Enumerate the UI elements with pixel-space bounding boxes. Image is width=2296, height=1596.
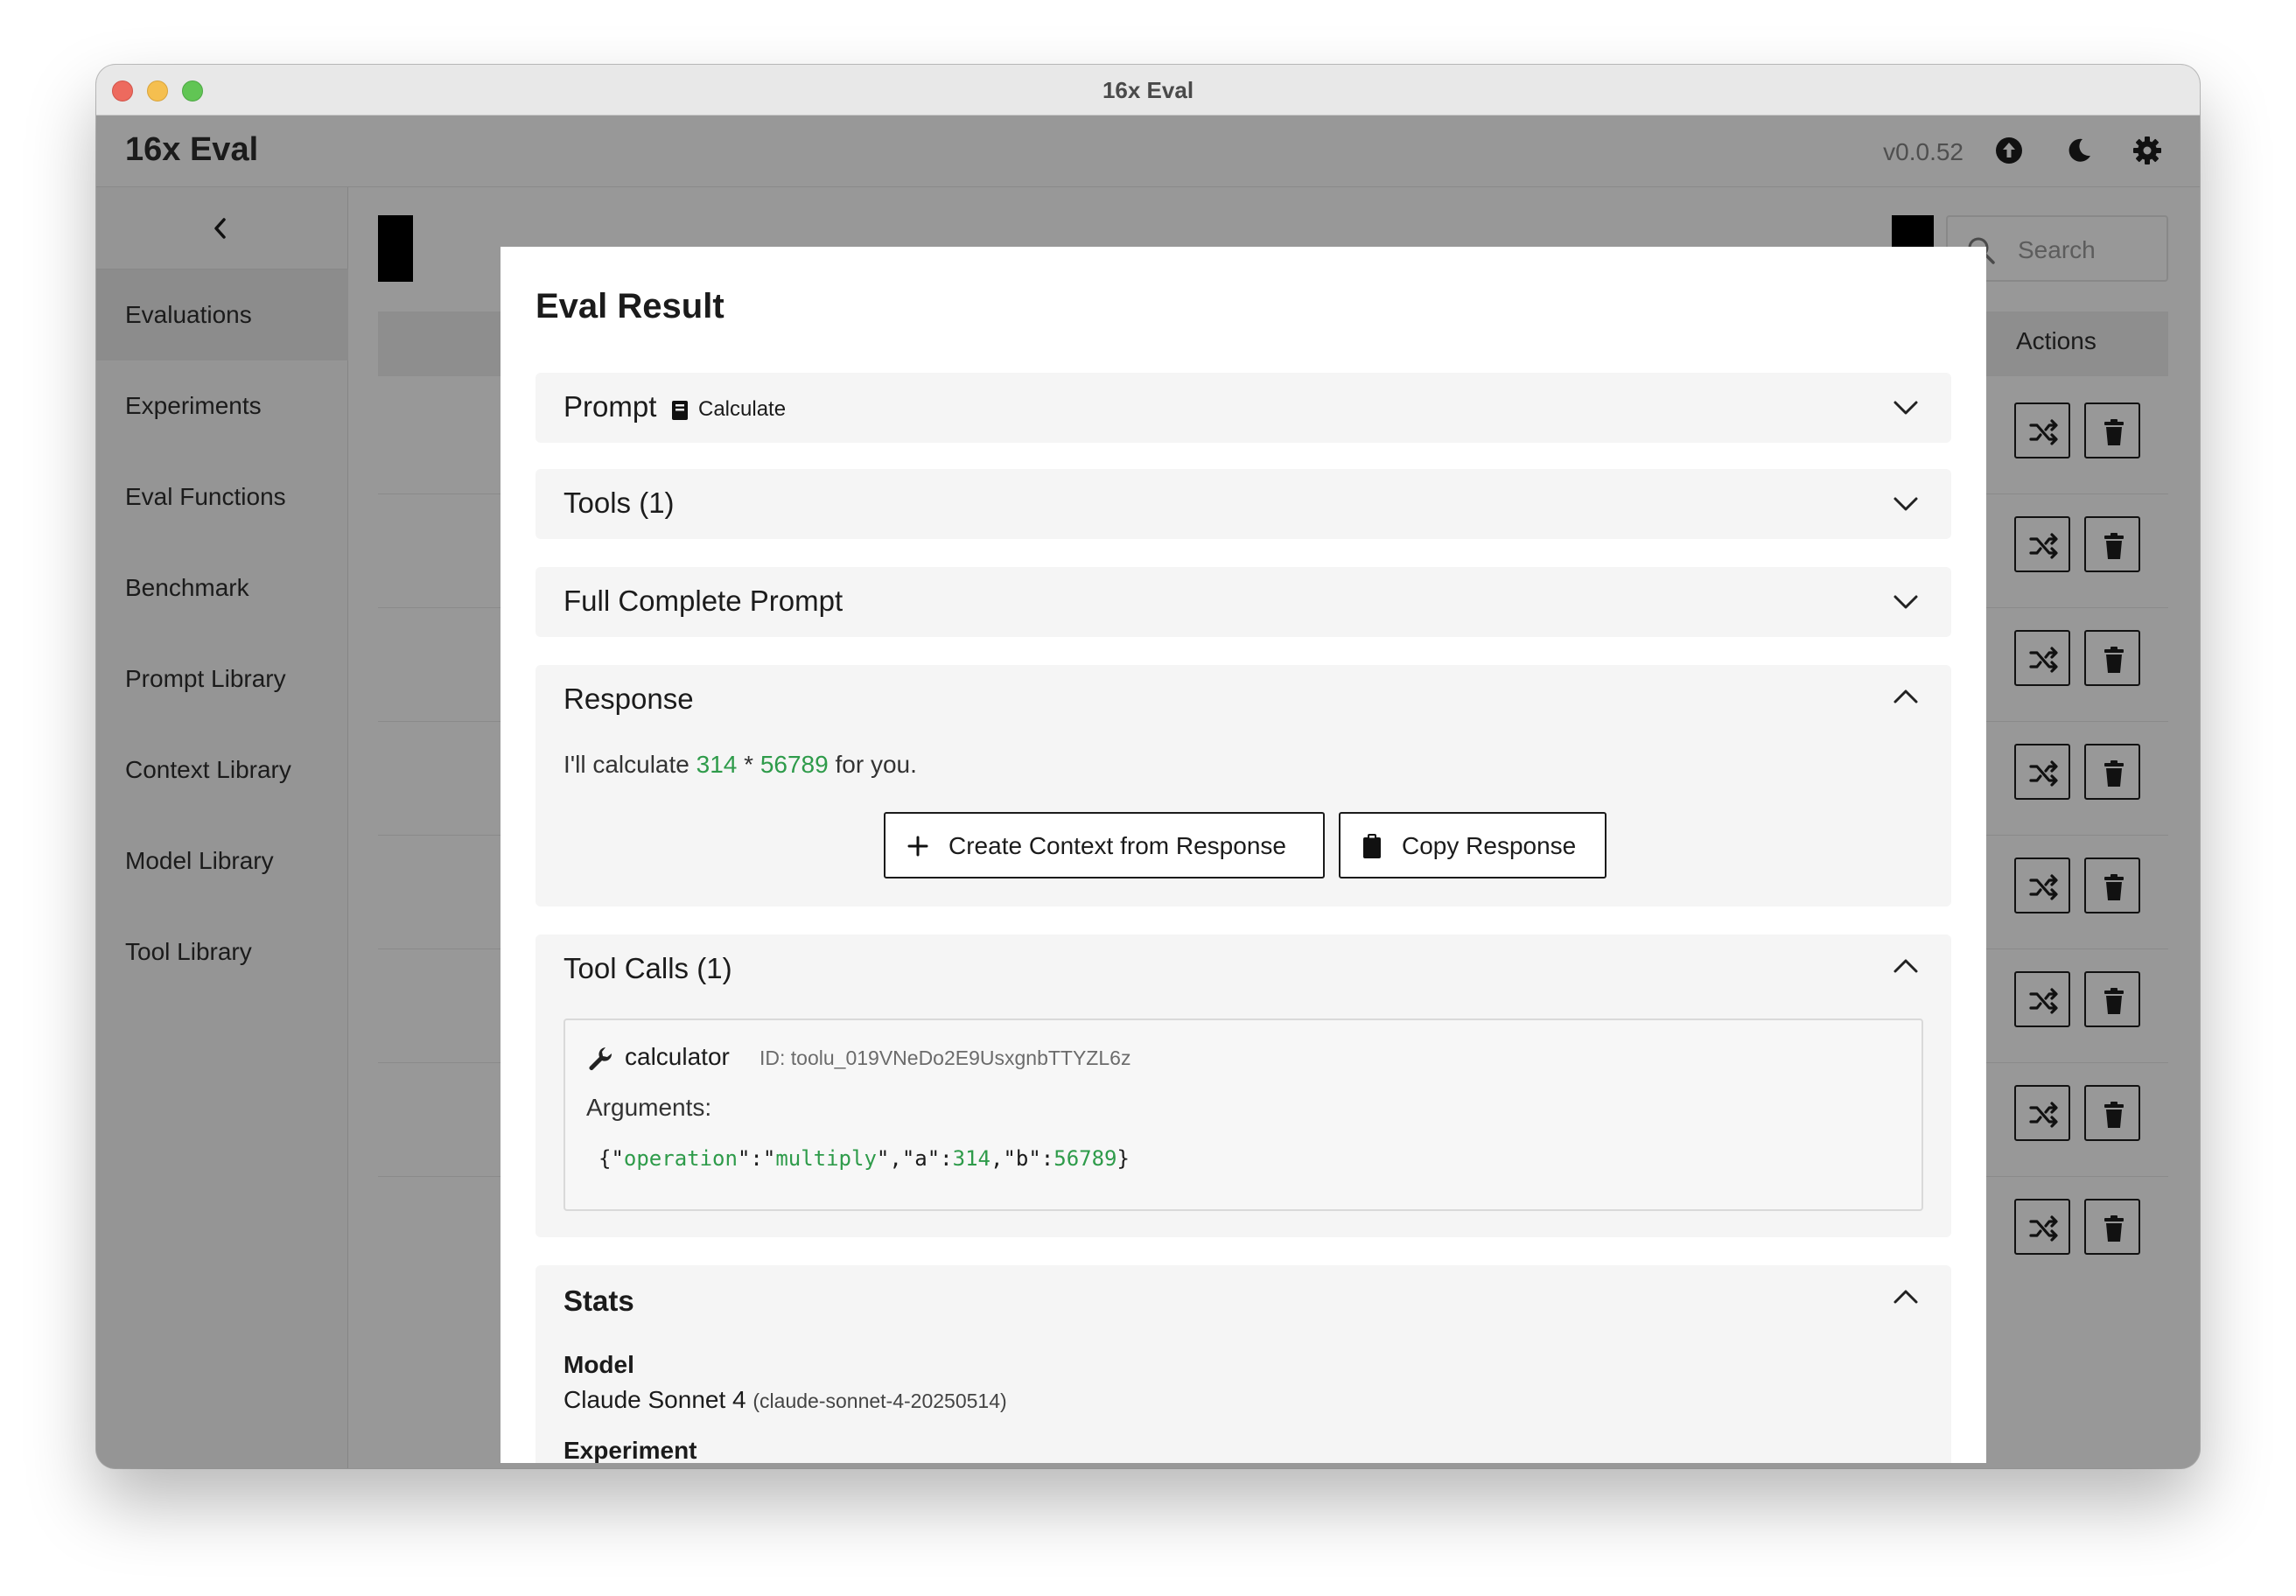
chevron-up-icon[interactable] xyxy=(1892,682,1920,710)
copy-response-label: Copy Response xyxy=(1402,832,1577,859)
trash-icon xyxy=(2104,1215,2124,1242)
shuffle-button[interactable] xyxy=(2014,858,2070,914)
shuffle-button[interactable] xyxy=(2014,630,2070,686)
chevron-down-icon[interactable] xyxy=(1892,588,1920,616)
app-name: 16x Eval xyxy=(125,131,259,168)
actions-column-header: Actions xyxy=(2016,327,2096,354)
prompt-tag-label: Calculate xyxy=(698,397,787,421)
sidebar-item-prompt-library[interactable]: Prompt Library xyxy=(96,634,348,724)
sidebar-item-benchmark[interactable]: Benchmark xyxy=(96,542,348,634)
version-label: v0.0.52 xyxy=(1883,138,1964,165)
delete-button[interactable] xyxy=(2084,402,2140,458)
sidebar: Evaluations Experiments Eval Functions B… xyxy=(96,187,348,1468)
create-context-label: Create Context from Response xyxy=(948,832,1286,859)
trash-icon xyxy=(2104,1102,2124,1128)
collapse-sidebar-button[interactable] xyxy=(96,187,348,270)
sidebar-item-eval-functions[interactable]: Eval Functions xyxy=(96,452,348,542)
sidebar-item-experiments[interactable]: Experiments xyxy=(96,360,348,452)
trash-icon xyxy=(2104,533,2124,559)
sidebar-item-model-library[interactable]: Model Library xyxy=(96,816,348,906)
window-title: 16x Eval xyxy=(1102,77,1194,103)
sidebar-item-evaluations[interactable]: Evaluations xyxy=(96,270,348,360)
shuffle-button[interactable] xyxy=(2014,516,2070,572)
delete-button[interactable] xyxy=(2084,516,2140,572)
chevron-left-icon xyxy=(214,218,226,239)
wrench-icon xyxy=(589,1047,612,1070)
shuffle-icon xyxy=(2029,533,2058,559)
prompt-section-title: Prompt xyxy=(564,390,657,423)
trash-icon xyxy=(2104,760,2124,787)
trash-icon xyxy=(2104,874,2124,900)
chevron-down-icon[interactable] xyxy=(1892,490,1920,518)
full-prompt-section-title: Full Complete Prompt xyxy=(564,584,844,617)
shuffle-button[interactable] xyxy=(2014,744,2070,800)
create-context-button[interactable]: Create Context from Response xyxy=(884,812,1325,878)
gear-icon[interactable] xyxy=(2132,135,2163,166)
tool-name: calculator xyxy=(625,1043,730,1070)
delete-button[interactable] xyxy=(2084,1199,2140,1255)
tool-call-id: ID: toolu_019VNeDo2E9UsxgnbTTYZL6z xyxy=(760,1046,1131,1069)
full-prompt-section[interactable]: Full Complete Prompt xyxy=(536,567,1951,637)
chevron-up-icon[interactable] xyxy=(1892,1283,1920,1311)
shuffle-button[interactable] xyxy=(2014,402,2070,458)
response-text: I'll calculate 314 * 56789 for you. xyxy=(564,751,917,778)
app-header: 16x Eval v0.0.52 xyxy=(96,116,2200,187)
chevron-up-icon[interactable] xyxy=(1892,952,1920,980)
response-section: Response I'll calculate 314 * 56789 for … xyxy=(536,665,1951,906)
shuffle-icon xyxy=(2029,1215,2058,1242)
shuffle-icon xyxy=(2029,647,2058,673)
model-value: Claude Sonnet 4 (claude-sonnet-4-2025051… xyxy=(564,1386,1007,1413)
prompt-section[interactable]: Prompt Calculate xyxy=(536,373,1951,443)
shuffle-button[interactable] xyxy=(2014,971,2070,1027)
tool-calls-section: Tool Calls (1) calculator ID: toolu_019V… xyxy=(536,934,1951,1237)
app-window: 16x Eval 16x Eval v0.0.52 Evaluations Ex… xyxy=(96,65,2200,1468)
shuffle-icon xyxy=(2029,874,2058,900)
delete-button[interactable] xyxy=(2084,858,2140,914)
moon-icon[interactable] xyxy=(2063,135,2095,166)
arguments-code: {"operation":"multiply","a":314,"b":5678… xyxy=(598,1146,1130,1171)
eval-result-modal: Eval Result Prompt Calculate Tools (1) F… xyxy=(500,247,1986,1463)
delete-button[interactable] xyxy=(2084,630,2140,686)
new-evaluation-button[interactable] xyxy=(378,215,413,282)
modal-title: Eval Result xyxy=(536,287,724,326)
tool-call-card: calculator ID: toolu_019VNeDo2E9UsxgnbTT… xyxy=(564,1018,1923,1211)
shuffle-icon xyxy=(2029,1102,2058,1128)
clipboard-icon xyxy=(1363,834,1381,858)
delete-button[interactable] xyxy=(2084,744,2140,800)
shuffle-button[interactable] xyxy=(2014,1199,2070,1255)
shuffle-icon xyxy=(2029,988,2058,1014)
trash-icon xyxy=(2104,988,2124,1014)
copy-response-button[interactable]: Copy Response xyxy=(1339,812,1606,878)
response-section-title: Response xyxy=(564,682,694,715)
delete-button[interactable] xyxy=(2084,971,2140,1027)
tools-section[interactable]: Tools (1) xyxy=(536,469,1951,539)
shuffle-icon xyxy=(2029,760,2058,787)
search-placeholder: Search xyxy=(2018,236,2096,263)
title-bar: 16x Eval xyxy=(96,65,2200,116)
sidebar-item-context-library[interactable]: Context Library xyxy=(96,724,348,816)
model-label: Model xyxy=(564,1351,634,1378)
tools-section-title: Tools (1) xyxy=(564,486,675,519)
trash-icon xyxy=(2104,419,2124,445)
arguments-label: Arguments: xyxy=(586,1094,712,1121)
book-icon xyxy=(672,401,688,420)
stats-section-title: Stats xyxy=(564,1284,634,1317)
shuffle-button[interactable] xyxy=(2014,1085,2070,1141)
shuffle-icon xyxy=(2029,419,2058,445)
chevron-down-icon[interactable] xyxy=(1892,394,1920,422)
experiment-label: Experiment xyxy=(564,1437,697,1463)
sidebar-item-tool-library[interactable]: Tool Library xyxy=(96,906,348,998)
upload-icon[interactable] xyxy=(1993,135,2025,166)
plus-icon xyxy=(907,836,928,857)
trash-icon xyxy=(2104,647,2124,673)
stats-section: Stats Model Claude Sonnet 4 (claude-sonn… xyxy=(536,1265,1951,1463)
tool-calls-section-title: Tool Calls (1) xyxy=(564,952,732,984)
delete-button[interactable] xyxy=(2084,1085,2140,1141)
